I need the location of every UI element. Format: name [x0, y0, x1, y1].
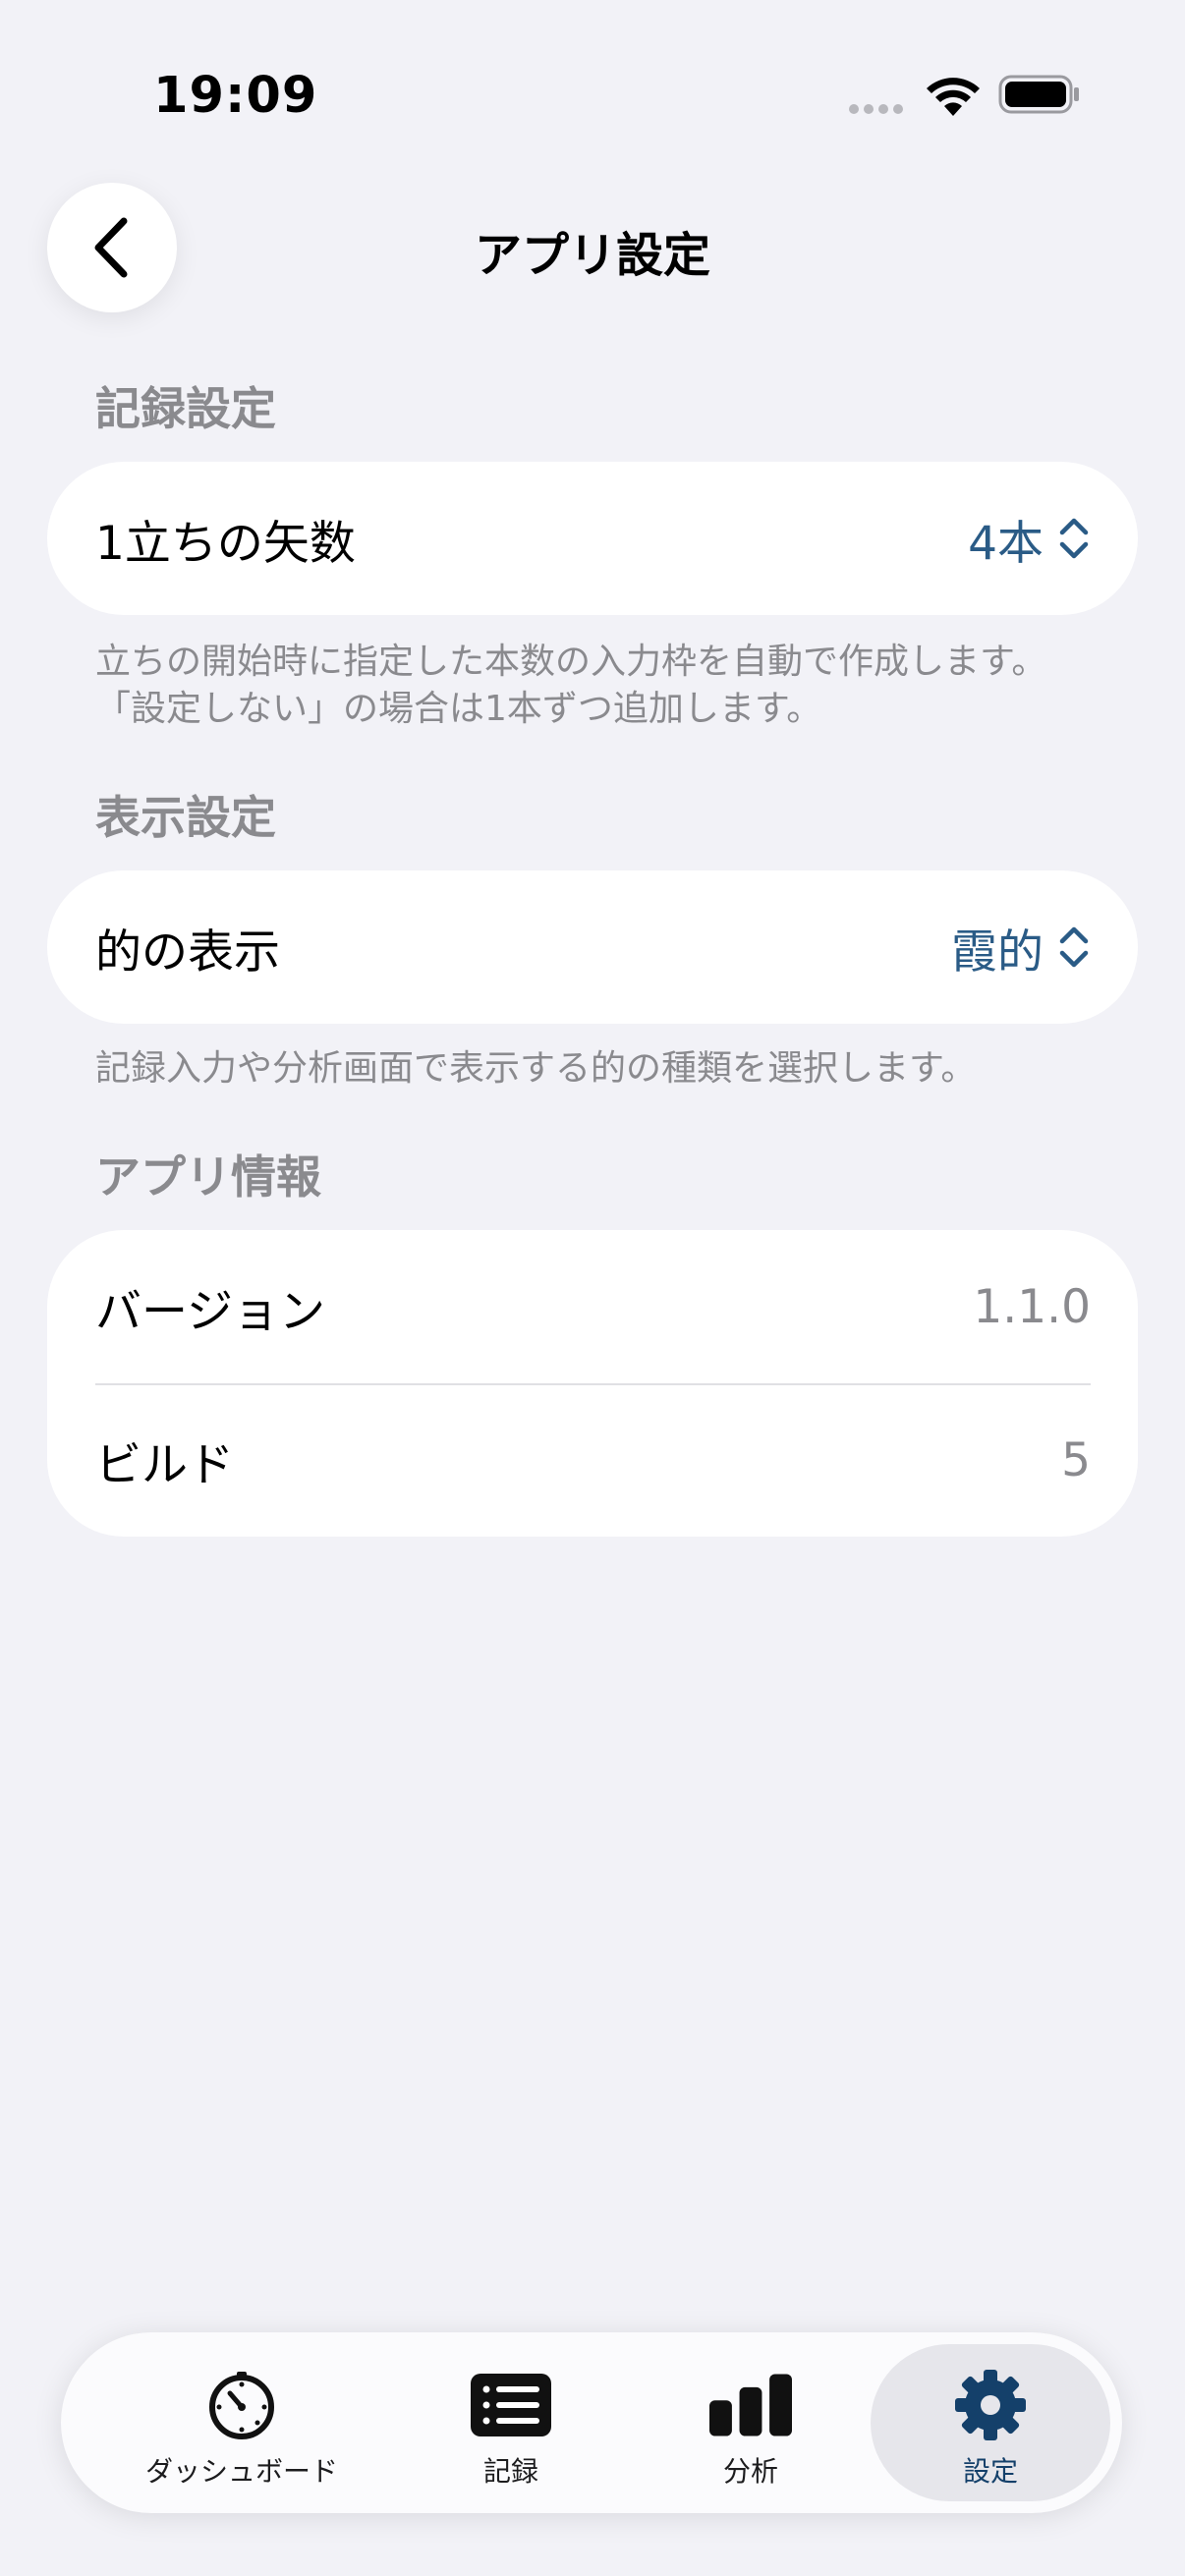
bar-chart-icon: [709, 2374, 792, 2436]
cellular-signal-icon: [849, 104, 903, 114]
build-value: 5: [1061, 1432, 1091, 1487]
record-settings-note: 立ちの開始時に指定した本数の入力枠を自動で作成します。 「設定しない」の場合は1…: [95, 639, 1046, 733]
arrows-per-round-picker[interactable]: 4本: [968, 505, 1091, 573]
display-settings-note: 記録入力や分析画面で表示する的の種類を選択します。: [95, 1048, 977, 1089]
section-header-record: 記録設定: [95, 382, 276, 435]
battery-icon: [998, 75, 1079, 114]
tab-dashboard[interactable]: ダッシュボード: [124, 2344, 360, 2501]
tab-records-label: 記録: [482, 2455, 538, 2488]
display-settings-card: 的の表示 霞的: [47, 870, 1138, 1024]
record-settings-note-line1: 立ちの開始時に指定した本数の入力枠を自動で作成します。: [95, 642, 1047, 682]
stopwatch-icon: [209, 2372, 274, 2439]
tab-records[interactable]: 記録: [428, 2344, 593, 2501]
target-display-picker[interactable]: 霞的: [951, 914, 1091, 981]
chevron-up-down-icon: [1059, 926, 1089, 968]
version-value: 1.1.0: [973, 1279, 1091, 1334]
app-info-card: バージョン 1.1.0 ビルド 5: [47, 1230, 1138, 1537]
tab-analysis[interactable]: 分析: [668, 2344, 833, 2501]
tab-settings-label: 設定: [962, 2455, 1018, 2488]
section-header-display: 表示設定: [95, 791, 276, 844]
arrows-per-round-row[interactable]: 1立ちの矢数 4本: [47, 462, 1138, 615]
status-time: 19:09: [153, 67, 318, 125]
arrows-per-round-value: 4本: [968, 516, 1044, 571]
target-display-value: 霞的: [951, 924, 1044, 980]
build-label: ビルド: [95, 1437, 234, 1492]
page-title: アプリ設定: [474, 228, 710, 283]
version-label: バージョン: [95, 1284, 326, 1339]
target-display-label: 的の表示: [95, 924, 280, 980]
arrows-per-round-label: 1立ちの矢数: [95, 516, 356, 571]
tab-dashboard-label: ダッシュボード: [144, 2455, 338, 2488]
gear-icon: [955, 2370, 1026, 2440]
record-settings-card: 1立ちの矢数 4本: [47, 462, 1138, 615]
tab-analysis-label: 分析: [722, 2455, 778, 2488]
tab-bar: ダッシュボード 記録 分析 設定: [61, 2332, 1122, 2513]
build-row: ビルド 5: [47, 1383, 1138, 1537]
version-row: バージョン 1.1.0: [47, 1230, 1138, 1383]
wifi-icon: [927, 78, 980, 116]
list-icon: [471, 2374, 551, 2436]
chevron-up-down-icon: [1059, 518, 1089, 559]
target-display-row[interactable]: 的の表示 霞的: [47, 870, 1138, 1024]
record-settings-note-line2: 「設定しない」の場合は1本ずつ追加します。: [95, 689, 822, 729]
section-header-app-info: アプリ情報: [95, 1150, 321, 1204]
tab-settings[interactable]: 設定: [871, 2344, 1110, 2501]
